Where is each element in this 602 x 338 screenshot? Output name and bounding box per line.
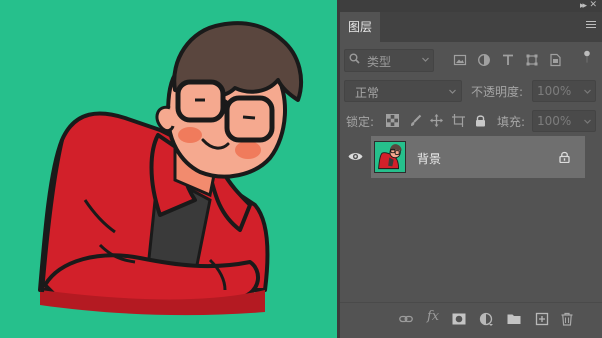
lock-image-pixels-icon[interactable] — [409, 114, 422, 127]
eye-icon[interactable] — [348, 151, 363, 162]
cartoon-illustration — [38, 21, 303, 316]
smart-object-filter-icon[interactable] — [548, 53, 562, 67]
layer-row-background[interactable]: 背景 — [340, 136, 602, 178]
new-group-icon[interactable] — [507, 312, 521, 326]
opacity-label: 不透明度: — [471, 85, 524, 99]
search-icon — [349, 53, 360, 64]
layer-name[interactable]: 背景 — [417, 150, 441, 167]
new-layer-icon[interactable] — [535, 312, 549, 326]
filter-type-label: 类型 — [367, 55, 392, 69]
type-filter-icon[interactable] — [501, 53, 515, 67]
lock-all-icon[interactable] — [474, 114, 487, 127]
chevron-down-icon — [584, 119, 591, 124]
opacity-value: 100% — [537, 84, 572, 98]
layers-panel: ▸▸ ✕ 图层 类型 正常 不透明度: 100% 锁定: 填充: 100% 背景… — [340, 0, 602, 338]
hamburger-menu-icon[interactable] — [586, 21, 596, 31]
link-layers-icon[interactable] — [399, 312, 413, 326]
adjustment-filter-icon[interactable] — [477, 53, 491, 67]
opacity-field[interactable]: 100% — [532, 80, 596, 102]
thumbnail-image — [375, 142, 405, 172]
layer-filter-row: 类型 — [340, 48, 602, 74]
add-mask-icon[interactable] — [452, 312, 466, 326]
fill-label: 填充: — [497, 115, 526, 129]
chevron-down-icon — [449, 89, 456, 94]
panel-topbar: ▸▸ ✕ — [340, 0, 602, 12]
layer-visibility-toggle[interactable] — [340, 136, 371, 178]
panel-tab-row: 图层 — [340, 12, 602, 42]
close-icon[interactable]: ✕ — [589, 0, 597, 10]
lock-icon[interactable] — [559, 151, 570, 163]
chevron-down-icon — [422, 57, 429, 62]
fill-field[interactable]: 100% — [532, 110, 596, 132]
filter-toggle-icon[interactable] — [580, 50, 594, 64]
lock-label: 锁定: — [346, 115, 375, 129]
delete-layer-icon[interactable] — [560, 312, 574, 326]
shape-filter-icon[interactable] — [525, 53, 539, 67]
blend-mode-select[interactable]: 正常 — [344, 80, 462, 102]
new-adjustment-layer-icon[interactable] — [479, 312, 493, 326]
layers-bottom-toolbar: fx — [340, 302, 602, 338]
lock-transparent-pixels-icon[interactable] — [386, 114, 399, 127]
layer-style-icon[interactable]: fx — [427, 309, 439, 324]
chevron-down-icon — [584, 89, 591, 94]
document-canvas[interactable] — [0, 0, 337, 338]
double-chevron-right-icon[interactable]: ▸▸ — [580, 1, 587, 11]
lock-position-icon[interactable] — [430, 114, 443, 127]
blend-mode-value: 正常 — [355, 86, 380, 100]
blend-opacity-row: 正常 不透明度: 100% — [340, 80, 602, 102]
lock-artboard-icon[interactable] — [452, 114, 465, 127]
layer-thumbnail[interactable] — [374, 141, 406, 173]
tab-layers[interactable]: 图层 — [340, 12, 380, 42]
image-filter-icon[interactable] — [453, 53, 467, 67]
lock-fill-row: 锁定: 填充: 100% — [340, 110, 602, 132]
layers-list: 背景 — [340, 136, 602, 302]
fill-value: 100% — [537, 114, 572, 128]
filter-type-select[interactable]: 类型 — [344, 49, 434, 72]
